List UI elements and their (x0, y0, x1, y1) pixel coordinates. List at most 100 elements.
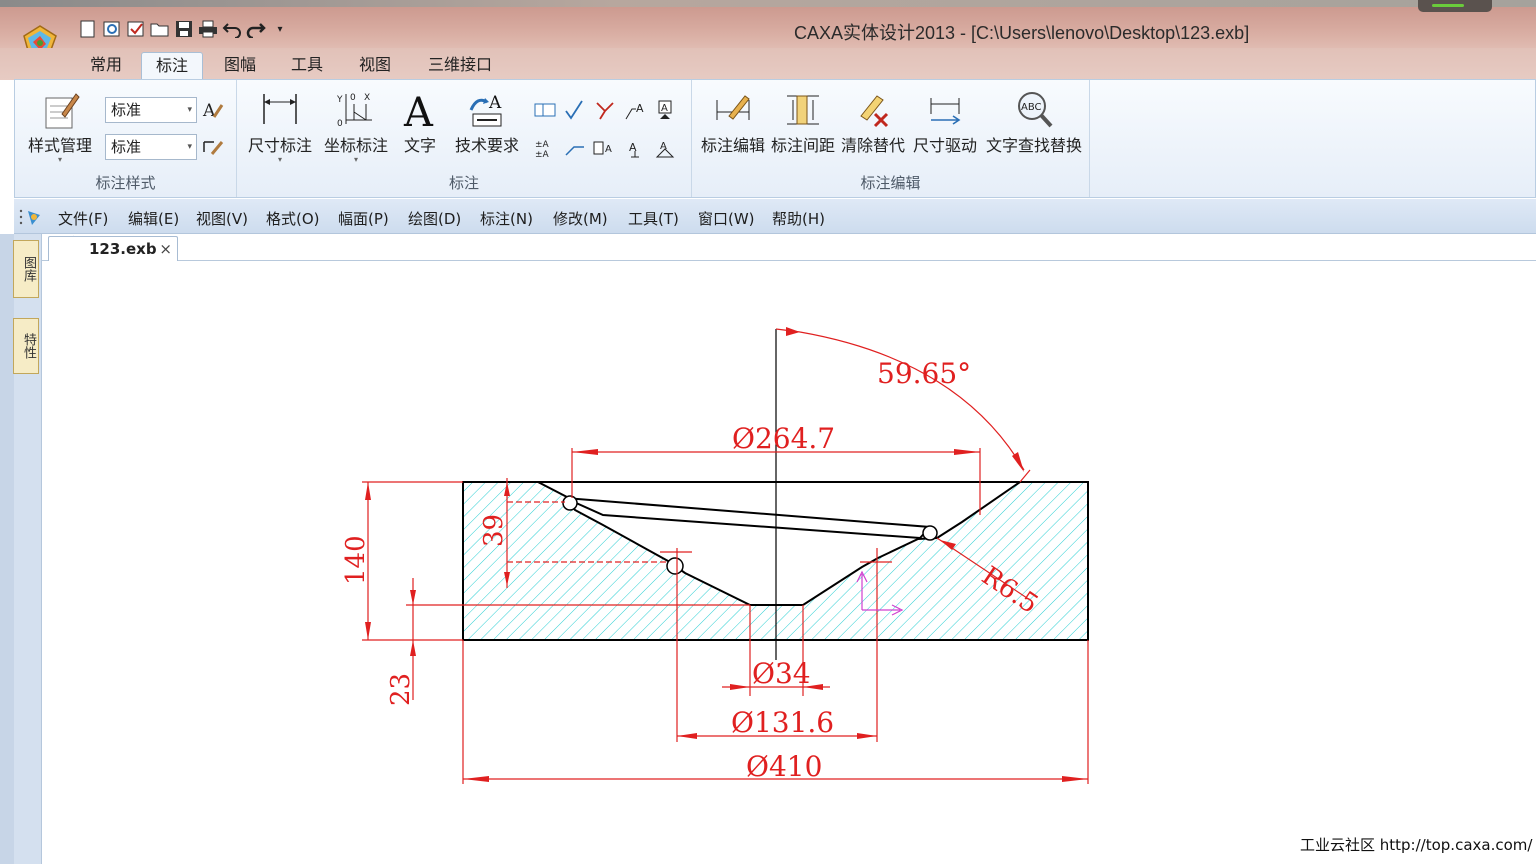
coordinate-dimension-button[interactable]: Y0X0 坐标标注 ▾ (321, 88, 391, 164)
annotation-edit-icon (698, 88, 768, 132)
text-style-brush-icon[interactable]: A (201, 98, 225, 122)
tab-3d-interface[interactable]: 三维接口 (414, 52, 506, 80)
svg-text:X: X (364, 93, 370, 103)
menu-help[interactable]: 帮助(H) (772, 208, 825, 229)
svg-text:A: A (661, 103, 668, 114)
dim-height-23-text[interactable]: 23 (386, 673, 416, 706)
tech-requirements-label: 技术要求 (454, 136, 519, 155)
svg-text:A: A (629, 141, 637, 154)
dimension-icon (243, 88, 317, 132)
menu-view[interactable]: 视图(V) (196, 208, 248, 229)
svg-text:A: A (202, 101, 216, 121)
tab-annotate[interactable]: 标注 (141, 52, 204, 80)
weld-symbol-icon[interactable] (593, 98, 617, 122)
tolerance-icon[interactable]: ±A ±A (533, 136, 557, 160)
ribbon-panel: 样式管理 ▾ 标准 ▾ 标准 ▾ A 标注样式 尺寸标注 ▾ Y0X0 坐标标注… (14, 79, 1536, 198)
dimension-style-combo[interactable]: 标准 ▾ (105, 134, 197, 160)
chevron-down-icon[interactable]: ▾ (187, 98, 192, 122)
print-icon[interactable] (198, 19, 218, 39)
datum-symbol-icon[interactable]: A (653, 98, 677, 122)
text-button[interactable]: A 文字 (399, 88, 441, 156)
document-tab-123[interactable]: 123.exb × (48, 236, 178, 262)
side-tab-properties[interactable]: 特性 (13, 318, 39, 374)
annotation-edit-button[interactable]: 标注编辑 (698, 88, 768, 156)
roughness-icon[interactable] (563, 98, 587, 122)
leader-text-icon[interactable]: A (623, 98, 647, 122)
svg-text:0: 0 (350, 93, 356, 103)
text-style-combo[interactable]: 标准 ▾ (105, 97, 197, 123)
style-manager-button[interactable]: 样式管理 ▾ (25, 88, 95, 164)
menu-window[interactable]: 窗口(W) (698, 208, 755, 229)
menu-file[interactable]: 文件(F) (58, 208, 108, 229)
dim-angle-text[interactable]: 59.65° (877, 357, 971, 390)
dim-height-140-text[interactable]: 140 (341, 535, 371, 585)
dim-diameter-410-text[interactable]: Ø410 (746, 750, 822, 783)
drawing-svg[interactable]: 59.65° Ø264.7 140 39 23 R6.5 Ø34 Ø131.6 … (42, 261, 1536, 864)
clear-override-icon (840, 88, 906, 132)
ribbon-tab-bar: 常用 标注 图幅 工具 视图 三维接口 (0, 48, 1536, 80)
dimension-style-brush-icon[interactable] (201, 135, 225, 159)
text-label: 文字 (403, 136, 436, 155)
menu-bar: 文件(F) 编辑(E) 视图(V) 格式(O) 幅面(P) 绘图(D) 标注(N… (14, 199, 1536, 234)
menu-edit[interactable]: 编辑(E) (128, 208, 179, 229)
datum-frame-icon[interactable] (533, 98, 557, 122)
clear-override-label: 清除替代 (840, 136, 905, 155)
text-icon: A (399, 88, 441, 132)
dim-diameter-34-text[interactable]: Ø34 (752, 657, 811, 690)
group-label-annotate: 标注 (448, 174, 479, 192)
desktop-sliver (0, 0, 1536, 7)
annotation-spacing-button[interactable]: 标注间距 (770, 88, 836, 156)
svg-text:A: A (605, 144, 612, 155)
customize-icon[interactable]: ▾ (270, 19, 290, 39)
cut-symbol-icon[interactable]: A (623, 136, 647, 160)
view-arrow-icon[interactable]: A (653, 136, 677, 160)
dimension-button[interactable]: 尺寸标注 ▾ (243, 88, 317, 164)
quick-access-toolbar: ▾ (78, 18, 290, 40)
dim-top-diameter-text[interactable]: Ø264.7 (732, 422, 835, 455)
find-replace-text-button[interactable]: ABC 文字查找替换 (984, 88, 1084, 156)
annotation-edit-label: 标注编辑 (700, 136, 765, 155)
tab-tools[interactable]: 工具 (277, 52, 337, 80)
chevron-down-icon[interactable]: ▾ (187, 135, 192, 159)
menu-sheet[interactable]: 幅面(P) (338, 208, 389, 229)
tab-common[interactable]: 常用 (76, 52, 136, 80)
fillet-right (922, 525, 938, 541)
text-style-value: 标准 (111, 101, 142, 119)
form-tolerance-icon[interactable]: A (593, 136, 617, 160)
window-control[interactable] (1418, 0, 1492, 12)
dim-height-39-text[interactable]: 39 (479, 514, 509, 547)
chevron-down-icon: ▾ (57, 155, 62, 164)
document-tab-label: 123.exb (89, 240, 157, 258)
group-label-dimension-style: 标注样式 (95, 174, 156, 192)
tech-requirements-button[interactable]: A 技术要求 (451, 88, 523, 156)
redo-icon[interactable] (246, 19, 266, 39)
menu-format[interactable]: 格式(O) (266, 208, 320, 229)
tab-view[interactable]: 视图 (345, 52, 405, 80)
menu-logo-icon[interactable] (18, 207, 44, 227)
dimension-drive-button[interactable]: 尺寸驱动 (912, 88, 978, 156)
svg-text:A: A (403, 90, 434, 130)
window-title: CAXA实体设计2013 - [C:\Users\lenovo\Desktop\… (794, 23, 1250, 43)
check-icon[interactable] (126, 19, 146, 39)
open-folder-icon[interactable] (150, 19, 170, 39)
menu-modify[interactable]: 修改(M) (553, 208, 608, 229)
side-tab-library[interactable]: 图库 (13, 240, 39, 298)
drawing-canvas[interactable]: 59.65° Ø264.7 140 39 23 R6.5 Ø34 Ø131.6 … (42, 261, 1536, 864)
menu-annotate[interactable]: 标注(N) (480, 208, 533, 229)
close-icon[interactable]: × (159, 240, 172, 258)
save-icon[interactable] (174, 19, 194, 39)
dimension-drive-label: 尺寸驱动 (912, 136, 977, 155)
dim-diameter-131-text[interactable]: Ø131.6 (731, 706, 834, 739)
fillet-left (562, 495, 578, 511)
open-template-icon[interactable] (102, 19, 122, 39)
tab-sheet[interactable]: 图幅 (210, 52, 270, 80)
find-replace-icon: ABC (984, 88, 1084, 132)
menu-tools[interactable]: 工具(T) (628, 208, 679, 229)
document-tab-bar: 123.exb × (42, 234, 1536, 262)
find-replace-label: 文字查找替换 (985, 136, 1082, 155)
menu-draw[interactable]: 绘图(D) (408, 208, 461, 229)
clear-override-button[interactable]: 清除替代 (840, 88, 906, 156)
undo-icon[interactable] (222, 19, 242, 39)
leader-icon[interactable] (563, 136, 587, 160)
new-file-icon[interactable] (78, 19, 98, 39)
